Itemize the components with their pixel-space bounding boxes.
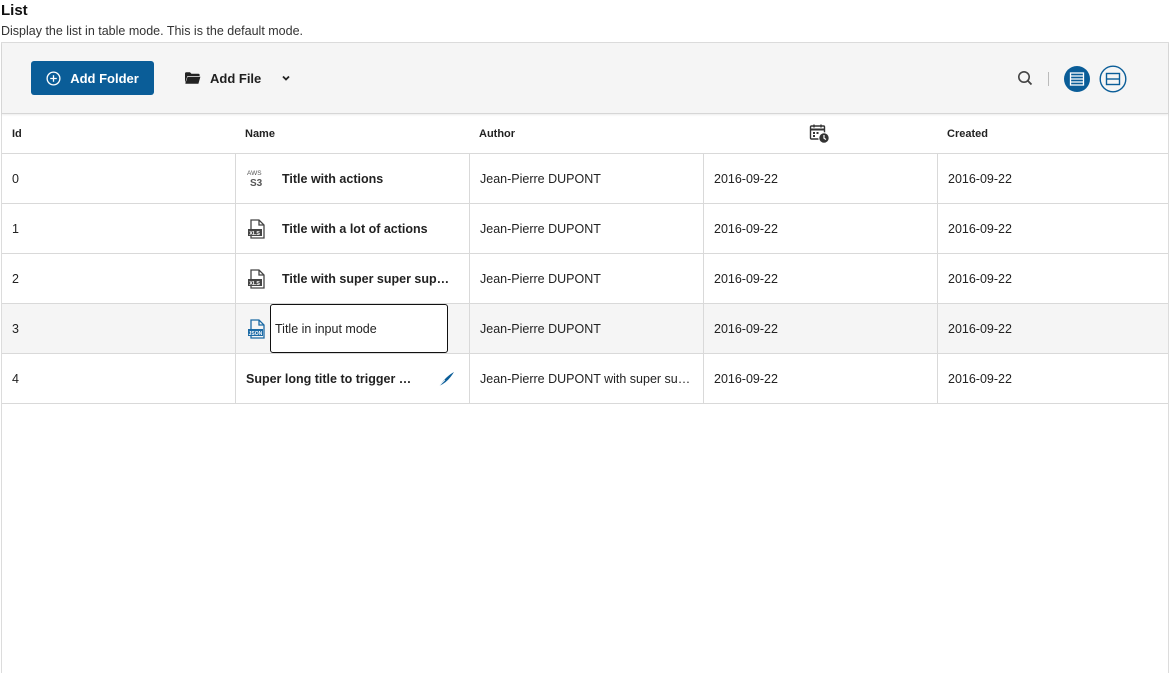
row-created: 2016-09-22 <box>937 354 1169 403</box>
row-created: 2016-09-22 <box>937 254 1169 303</box>
page-title: List <box>1 2 28 19</box>
row-id: 0 <box>12 171 19 186</box>
table-header-row: Id Name Author Created <box>2 114 1168 154</box>
toolbar: Add Folder Add File <box>2 43 1168 114</box>
column-header-author[interactable]: Author <box>469 114 703 153</box>
row-author: Jean-Pierre DUPONT <box>469 254 703 303</box>
table-row[interactable]: 1 XLS Title with a lot of actions Jean-P… <box>2 204 1168 254</box>
table-row[interactable]: 4 Super long title to trigger overflow J… <box>2 354 1168 404</box>
row-author: Jean-Pierre DUPONT <box>469 204 703 253</box>
xls-file-icon: XLS <box>248 268 265 289</box>
row-id: 1 <box>12 221 19 236</box>
json-file-icon: JSON <box>248 318 265 339</box>
row-title[interactable]: Title with a lot of actions <box>282 222 428 236</box>
table-view-icon[interactable] <box>1063 65 1091 93</box>
table-row[interactable]: 0 AWS S3 Title with actions Jean-Pierre … <box>2 154 1168 204</box>
column-header-created[interactable]: Created <box>937 114 1169 153</box>
row-id: 3 <box>12 321 19 336</box>
svg-text:AWS: AWS <box>247 170 262 177</box>
row-author-text: Jean-Pierre DUPONT with super super long… <box>480 371 692 386</box>
row-name-cell[interactable]: AWS S3 Title with actions <box>235 154 469 203</box>
row-id: 4 <box>12 371 19 386</box>
row-name-cell[interactable]: Super long title to trigger overflow <box>235 354 469 403</box>
row-title[interactable]: Super long title to trigger overflow <box>246 372 418 386</box>
row-created: 2016-09-22 <box>937 304 1169 353</box>
chevron-down-icon[interactable] <box>280 72 292 84</box>
table-row[interactable]: 2 XLS Title with super super super long … <box>2 254 1168 304</box>
table-row[interactable]: 3 JSON Jean-Pierre DUPONT 2016-09-22 201… <box>2 304 1168 354</box>
row-author: Jean-Pierre DUPONT <box>469 154 703 203</box>
large-view-icon[interactable] <box>1099 65 1127 93</box>
calendar-clock-icon <box>809 124 830 144</box>
add-folder-button[interactable]: Add Folder <box>31 61 154 95</box>
aws-s3-icon: AWS S3 <box>247 170 263 189</box>
row-date: 2016-09-22 <box>703 354 937 403</box>
svg-text:XLS: XLS <box>249 281 260 287</box>
column-header-date[interactable] <box>703 114 937 153</box>
page-subtitle: Display the list in table mode. This is … <box>1 24 304 38</box>
row-created: 2016-09-22 <box>937 154 1169 203</box>
row-id: 2 <box>12 271 19 286</box>
column-header-name[interactable]: Name <box>235 114 469 153</box>
row-date: 2016-09-22 <box>703 254 937 303</box>
row-created: 2016-09-22 <box>937 204 1169 253</box>
folder-icon <box>185 72 201 84</box>
title-edit-input[interactable] <box>270 304 448 353</box>
plus-circle-icon <box>46 70 61 86</box>
toolbar-divider <box>1048 72 1049 86</box>
add-file-button[interactable]: Add File <box>184 61 261 95</box>
feather-icon[interactable] <box>437 371 455 387</box>
add-file-label: Add File <box>210 70 262 86</box>
row-author: Jean-Pierre DUPONT with super super long… <box>469 354 703 403</box>
row-name-cell[interactable]: XLS Title with super super super long ti… <box>235 254 469 303</box>
svg-text:XLS: XLS <box>249 231 260 237</box>
row-date: 2016-09-22 <box>703 304 937 353</box>
svg-text:S3: S3 <box>250 178 263 189</box>
row-author: Jean-Pierre DUPONT <box>469 304 703 353</box>
row-date: 2016-09-22 <box>703 204 937 253</box>
row-date: 2016-09-22 <box>703 154 937 203</box>
list-container: Add Folder Add File Id Name Author Creat… <box>1 42 1169 673</box>
xls-file-icon: XLS <box>248 218 265 239</box>
row-title[interactable]: Title with actions <box>282 172 383 186</box>
row-name-cell[interactable]: XLS Title with a lot of actions <box>235 204 469 253</box>
search-icon[interactable] <box>1017 70 1033 86</box>
row-title[interactable]: Title with super super super long title <box>282 272 452 286</box>
add-folder-label: Add Folder <box>70 70 139 86</box>
row-name-cell[interactable]: JSON <box>235 304 469 353</box>
svg-text:JSON: JSON <box>249 330 263 336</box>
column-header-id[interactable]: Id <box>2 114 235 153</box>
